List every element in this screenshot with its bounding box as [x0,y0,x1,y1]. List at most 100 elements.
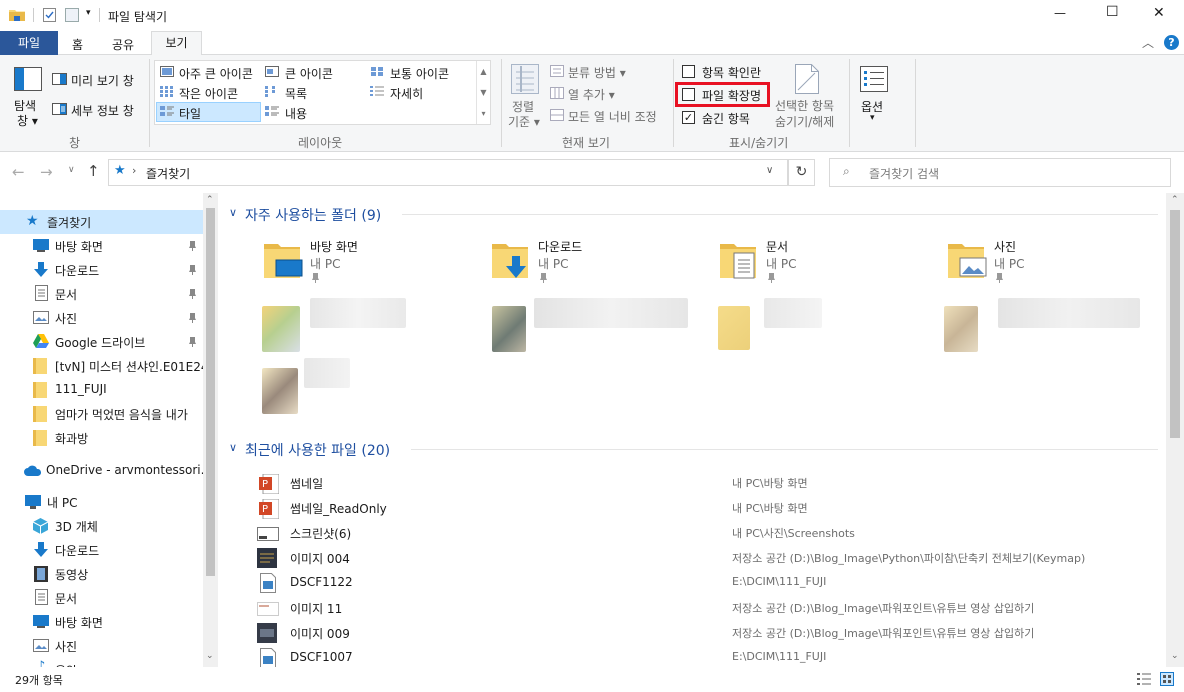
tab-share[interactable]: 공유 [112,36,134,53]
sidebar-item-recent-folder[interactable]: 화과방 [0,426,203,450]
scroll-down-icon[interactable]: ⌄ [206,651,214,661]
sidebar-item-videos[interactable]: 동영상 [0,562,203,586]
content-scroll-thumb[interactable] [1170,210,1180,438]
preview-pane-button[interactable]: 미리 보기 창 [71,72,134,89]
back-arrow-icon[interactable]: ← [12,163,25,181]
collapse-frequent-icon[interactable]: ∨ [229,206,237,219]
sidebar-item-documents[interactable]: 문서 [0,282,203,306]
details-pane-button[interactable]: 세부 정보 창 [71,102,134,119]
preview-pane-icon[interactable] [52,73,67,85]
sidebar-item-downloads[interactable]: 다운로드 [0,258,203,282]
ribbon-collapse-icon[interactable]: ︿ [1142,34,1154,51]
add-column-button[interactable]: 열 추가 ▾ [568,86,615,103]
sidebar-item-desktop[interactable]: 바탕 화면 [0,234,203,258]
properties-icon[interactable] [43,8,56,22]
frequent-folders-header[interactable]: 자주 사용하는 폴더 (9) [245,205,381,225]
sidebar-item-recent-folder[interactable]: 111_FUJI [0,378,203,402]
details-pane-icon[interactable] [52,103,67,115]
address-dropdown-icon[interactable]: ∨ [766,165,773,176]
sidebar-item-google-drive[interactable]: Google 드라이브 [0,330,203,354]
sidebar-scroll-thumb[interactable] [206,208,215,576]
blurred-folder-tile[interactable] [942,296,1142,354]
sort-by-icon[interactable] [511,64,539,94]
large-icons-toggle-icon[interactable] [1160,672,1174,686]
recent-locations-icon[interactable]: ∨ [68,165,75,175]
blurred-folder-tile[interactable] [490,296,690,354]
options-icon[interactable] [860,66,888,92]
minimize-button[interactable]: — [1054,6,1066,20]
sidebar-item-recent-folder[interactable]: [tvN] 미스터 션샤인.E01E24 [0,354,209,378]
hide-selected-icon[interactable] [795,64,819,94]
sidebar-item-3d-objects[interactable]: 3D 개체 [0,514,203,538]
sidebar-item-pictures[interactable]: 사진 [0,306,203,330]
sidebar-scrollbar[interactable]: ⌃ ⌄ [203,193,218,667]
sidebar-item-recent-folder[interactable]: 엄마가 먹었떤 음식을 내가 [0,402,203,426]
sidebar-item-this-pc[interactable]: 내 PC [0,490,203,514]
pin-icon[interactable] [189,312,196,323]
recent-file-row[interactable]: 스크린샷(6) 내 PC\사진\Screenshots [256,525,1156,545]
address-box[interactable]: ★ › 즐겨찾기 ∨ [108,159,788,186]
pin-icon[interactable] [189,336,196,347]
document-icon [35,589,48,605]
recent-file-row[interactable]: DSCF1122 E:\DCIM\111_FUJI [256,573,1156,595]
hide-selected-button[interactable]: 선택한 항목 [775,97,834,114]
recent-file-row[interactable]: DSCF1007 E:\DCIM\111_FUJI [256,648,1156,667]
tab-file[interactable]: 파일 [0,31,58,55]
blurred-folder-tile[interactable] [260,356,410,416]
item-checkboxes-checkbox[interactable] [682,65,695,78]
recent-file-row[interactable]: 이미지 009 저장소 공간 (D:)\Blog_Image\파워포인트\유튜브… [256,623,1156,645]
layout-medium-icons[interactable]: 보통 아이콘 [390,65,449,82]
refresh-button[interactable]: ↻ [788,159,815,186]
forward-arrow-icon[interactable]: → [40,163,53,181]
fit-columns-button[interactable]: 모든 열 너비 조정 [568,108,657,125]
details-view-toggle-icon[interactable] [1137,673,1151,685]
layout-list[interactable]: 목록 [285,85,307,102]
layout-extra-large-icons[interactable]: 아주 큰 아이콘 [179,65,253,82]
group-by-button[interactable]: 분류 방법 ▾ [568,64,626,81]
nav-pane-icon[interactable] [14,67,42,91]
layout-small-icons[interactable]: 작은 아이콘 [179,85,238,102]
content-scrollbar[interactable]: ⌃ ⌄ [1166,193,1184,667]
tab-home[interactable]: 홈 [72,36,83,53]
hidden-items-checkbox[interactable]: ✓ [682,111,695,124]
up-arrow-icon[interactable]: ↑ [87,162,100,180]
collapse-recent-icon[interactable]: ∨ [229,441,237,454]
blurred-folder-tile[interactable] [716,296,856,354]
pin-icon[interactable] [189,240,196,251]
scroll-up-icon[interactable]: ⌃ [206,195,214,205]
recent-file-row[interactable]: 이미지 11 저장소 공간 (D:)\Blog_Image\파워포인트\유튜브 … [256,600,1156,620]
qat-dropdown-icon[interactable]: ▾ [86,8,91,18]
pin-icon[interactable] [189,288,196,299]
folder-tile-desktop[interactable]: 바탕 화면 내 PC [258,236,458,284]
sidebar-item-onedrive[interactable]: OneDrive - arvmontessori.org [0,459,218,483]
recent-file-row[interactable]: 이미지 004 저장소 공간 (D:)\Blog_Image\Python\파이… [256,548,1156,570]
sidebar-item-quick-access[interactable]: ★ 즐겨찾기 [0,210,203,234]
layout-details[interactable]: 자세히 [390,85,423,102]
sidebar-item-pc-documents[interactable]: 문서 [0,586,203,610]
sidebar-item-pc-downloads[interactable]: 다운로드 [0,538,203,562]
folder-tile-pictures[interactable]: 사진 내 PC [942,236,1142,284]
folder-tile-documents[interactable]: 문서 내 PC [714,236,914,284]
layout-large-icons[interactable]: 큰 아이콘 [285,65,333,82]
recent-files-header[interactable]: 최근에 사용한 파일 (20) [245,440,390,460]
recent-file-row[interactable]: P 썸네일_ReadOnly 내 PC\바탕 화면 [256,498,1156,520]
new-folder-icon[interactable] [65,8,79,22]
layout-content[interactable]: 내용 [285,105,307,122]
recent-file-row[interactable]: P 썸네일 내 PC\바탕 화면 [256,473,1156,495]
close-button[interactable]: ✕ [1153,5,1165,21]
search-box[interactable]: ⌕ 즐겨찾기 검색 [829,158,1171,187]
sidebar-item-pc-pictures[interactable]: 사진 [0,634,203,658]
tab-view[interactable]: 보기 [151,31,202,56]
breadcrumb[interactable]: 즐겨찾기 [146,165,190,182]
sidebar-item-pc-desktop[interactable]: 바탕 화면 [0,610,203,634]
file-extensions-checkbox[interactable] [682,88,695,101]
maximize-button[interactable]: ☐ [1106,4,1119,20]
blurred-folder-tile[interactable] [260,296,410,354]
help-icon[interactable]: ? [1164,35,1179,50]
sidebar-item-music[interactable]: ♪ 음악 [0,658,203,667]
gallery-scroll[interactable]: ▲ ▼ ▾ [476,61,490,124]
scroll-up-icon[interactable]: ⌃ [1171,195,1179,205]
folder-tile-downloads[interactable]: 다운로드 내 PC [486,236,686,284]
pin-icon[interactable] [189,264,196,275]
scroll-down-icon[interactable]: ⌄ [1171,651,1179,661]
